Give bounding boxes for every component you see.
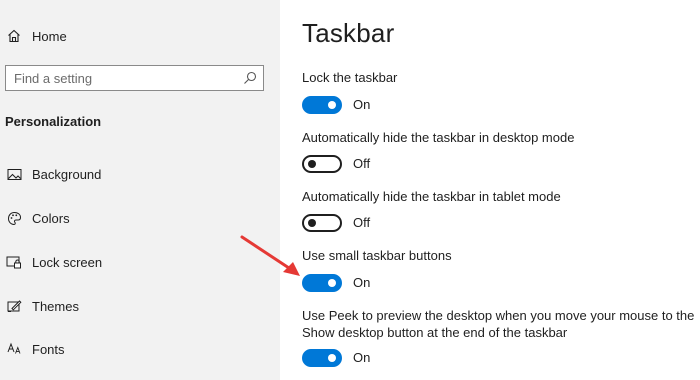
sidebar-item-label: Fonts (32, 341, 65, 357)
autohide-desktop-toggle[interactable] (302, 155, 342, 173)
home-icon (6, 28, 22, 44)
lock-screen-icon (6, 254, 22, 270)
toggle-state-label: Off (353, 215, 371, 230)
peek-toggle[interactable] (302, 349, 342, 367)
sidebar-item-label: Themes (32, 298, 79, 314)
search-icon[interactable] (243, 71, 257, 85)
sidebar-item-fonts[interactable]: Fonts (0, 335, 280, 363)
search-field[interactable] (5, 65, 264, 91)
search-input[interactable] (14, 69, 234, 87)
sidebar-item-label: Home (32, 28, 67, 44)
sidebar-item-colors[interactable]: Colors (0, 204, 280, 232)
setting-autohide-desktop-label: Automatically hide the taskbar in deskto… (302, 130, 575, 145)
fonts-icon (6, 341, 22, 357)
palette-icon (6, 210, 22, 226)
toggle-state-label: On (353, 97, 371, 112)
sidebar: Home Personalization Background (0, 0, 280, 380)
toggle-knob (328, 101, 336, 109)
toggle-knob (328, 279, 336, 287)
sidebar-item-label: Lock screen (32, 254, 103, 270)
autohide-tablet-toggle[interactable] (302, 214, 342, 232)
sidebar-item-home[interactable]: Home (0, 22, 280, 50)
page-title: Taskbar (302, 18, 395, 48)
toggle-state-label: On (353, 350, 371, 365)
small-buttons-toggle[interactable] (302, 274, 342, 292)
lock-taskbar-toggle[interactable] (302, 96, 342, 114)
setting-small-buttons-label: Use small taskbar buttons (302, 248, 452, 263)
annotation-arrow-icon (240, 235, 300, 276)
sidebar-item-background[interactable]: Background (0, 160, 280, 188)
section-title: Personalization (5, 114, 102, 129)
toggle-knob (328, 354, 336, 362)
sidebar-item-label: Background (32, 166, 102, 182)
toggle-state-label: Off (353, 156, 371, 171)
picture-icon (6, 166, 22, 182)
settings-window: Home Personalization Background (0, 0, 700, 380)
main-content: Taskbar Lock the taskbar On Automaticall… (280, 0, 700, 380)
setting-peek-label-line2: Show desktop button at the end of the ta… (302, 325, 568, 340)
toggle-knob (308, 160, 316, 168)
toggle-state-label: On (353, 275, 371, 290)
sidebar-item-themes[interactable]: Themes (0, 292, 280, 320)
setting-lock-taskbar-label: Lock the taskbar (302, 70, 398, 85)
setting-autohide-tablet-label: Automatically hide the taskbar in tablet… (302, 189, 561, 204)
sidebar-item-label: Colors (32, 210, 70, 226)
themes-icon (6, 298, 22, 314)
toggle-knob (308, 219, 316, 227)
